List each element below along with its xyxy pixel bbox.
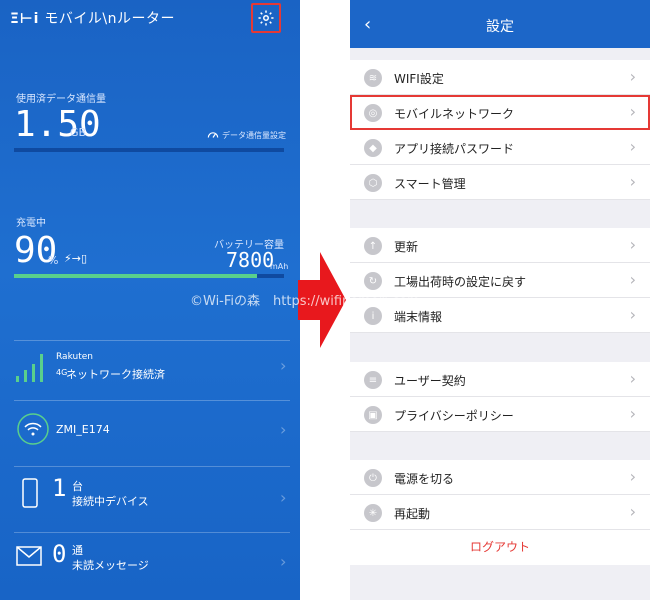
chevron-right-icon: › — [629, 369, 636, 388]
gauge-icon[interactable] — [206, 126, 220, 145]
settings-item-update[interactable]: ↑ 更新 › — [350, 228, 650, 263]
battery-capacity-value: 7800 — [226, 248, 275, 272]
divider — [14, 466, 290, 467]
device-unit: 台 — [72, 480, 83, 493]
device-label: 接続中デバイス — [72, 495, 149, 508]
charge-label: 充電中 — [16, 218, 46, 229]
divider — [14, 532, 290, 533]
mail-icon — [16, 546, 42, 570]
battery-percent-unit: % — [48, 254, 59, 267]
settings-item-label: 端末情報 — [394, 310, 443, 324]
chevron-right-icon: › — [629, 137, 636, 156]
message-unit: 通 — [72, 544, 83, 557]
settings-gear-button[interactable] — [251, 3, 281, 33]
settings-item-label: 電源を切る — [394, 472, 455, 486]
chevron-right-icon: › — [629, 172, 636, 191]
settings-item-label: プライバシーポリシー — [394, 409, 514, 423]
brand-title: モバイル\nルーター — [44, 11, 175, 27]
settings-item-user-agreement[interactable]: ≡ ユーザー契約 › — [350, 362, 650, 397]
info-icon: i — [364, 307, 382, 325]
upload-arrow-icon: ↑ — [364, 237, 382, 255]
chevron-right-icon: › — [629, 467, 636, 486]
divider — [14, 340, 290, 341]
settings-item-privacy-policy[interactable]: ▣ プライバシーポリシー › — [350, 397, 650, 432]
settings-item-smart-management[interactable]: ⬡ スマート管理 › — [350, 165, 650, 200]
highlight-box — [350, 95, 650, 130]
phone-device-icon — [22, 478, 38, 512]
settings-item-app-password[interactable]: ◆ アプリ接続パスワード › — [350, 130, 650, 165]
shield-icon: ◆ — [364, 139, 382, 157]
chevron-right-icon: › — [629, 67, 636, 86]
carrier-name: Rakuten — [56, 352, 93, 362]
page-title: 設定 — [486, 19, 514, 35]
chevron-right-icon: › — [629, 404, 636, 423]
chevron-right-icon[interactable]: › — [280, 552, 286, 571]
brand-logo: Ξ⊢i モバイル\nルーター — [10, 8, 175, 28]
settings-header: ‹ 設定 — [350, 0, 650, 48]
device-count: 1 — [52, 474, 67, 502]
message-count: 0 — [52, 540, 67, 568]
lock-icon: ▣ — [364, 406, 382, 424]
logout-button[interactable]: ログアウト — [350, 530, 650, 565]
settings-item-label: 工場出荷時の設定に戻す — [394, 275, 527, 289]
restart-icon: ✳ — [364, 504, 382, 522]
settings-item-reboot[interactable]: ✳ 再起動 › — [350, 495, 650, 530]
usage-label: 使用済データ通信量 — [16, 94, 106, 105]
chevron-right-icon: › — [629, 305, 636, 324]
data-usage-setting-link[interactable]: データ通信量設定 — [222, 130, 286, 141]
message-label: 未読メッセージ — [72, 559, 149, 572]
power-icon: ⏻ — [364, 469, 382, 487]
chevron-right-icon[interactable]: › — [280, 488, 286, 507]
settings-item-label: 更新 — [394, 240, 419, 254]
settings-item-label: スマート管理 — [394, 177, 466, 191]
chevron-right-icon: › — [629, 270, 636, 289]
watermark: ©Wi-Fiの森 https://wifinomori.com — [190, 294, 420, 309]
hexagon-icon: ⬡ — [364, 174, 382, 192]
gear-icon — [258, 10, 274, 26]
settings-item-wifi[interactable]: ≋ WIFI設定 › — [350, 60, 650, 95]
signal-icon — [16, 352, 50, 386]
chevron-right-icon[interactable]: › — [280, 356, 286, 375]
wifi-ssid: ZMI_E174 — [56, 423, 110, 436]
chevron-right-icon: › — [629, 502, 636, 521]
settings-item-label: ユーザー契約 — [394, 374, 466, 388]
wifi-icon: ≋ — [364, 69, 382, 87]
settings-item-power-off[interactable]: ⏻ 電源を切る › — [350, 460, 650, 495]
battery-bar-fill — [14, 274, 257, 278]
top-bar: Ξ⊢i モバイル\nルーター — [0, 0, 300, 34]
settings-item-label: WIFI設定 — [394, 72, 444, 86]
divider — [14, 400, 290, 401]
charging-icon: ⚡→▯ — [64, 252, 87, 265]
settings-item-label: 再起動 — [394, 507, 431, 521]
document-icon: ≡ — [364, 371, 382, 389]
chevron-right-icon[interactable]: › — [280, 420, 286, 439]
usage-bar — [14, 148, 284, 152]
battery-capacity-unit: mAh — [270, 262, 289, 271]
screenshot: Ξ⊢i モバイル\nルーター 使用済データ通信量 1.50 GB データ通信量設… — [0, 0, 650, 600]
reset-icon: ↻ — [364, 272, 382, 290]
settings-item-label: アプリ接続パスワード — [394, 142, 515, 156]
chevron-right-icon: › — [629, 235, 636, 254]
usage-value: 1.50 — [14, 104, 101, 145]
usage-unit: GB — [70, 126, 87, 139]
wifi-icon — [16, 412, 50, 450]
zmi-logo-icon: Ξ⊢i — [10, 11, 40, 27]
network-status: ネットワーク接続済 — [66, 368, 165, 381]
